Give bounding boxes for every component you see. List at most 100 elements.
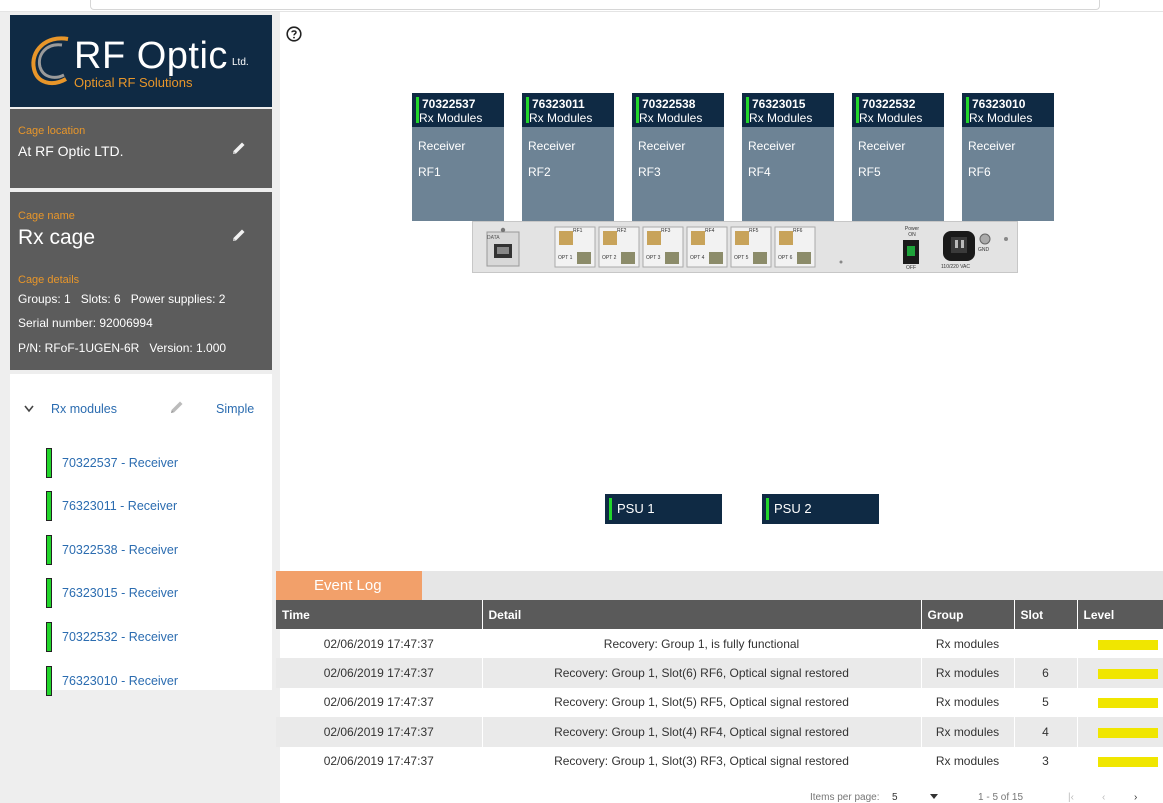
chassis-rf-label: RF3 <box>661 228 671 234</box>
chassis-gnd-label: GND <box>978 247 990 253</box>
sidebar: RF Optic Ltd. Optical RF Solutions Cage … <box>0 12 280 803</box>
card-rf: RF1 <box>418 165 441 179</box>
cell-group: Rx modules <box>921 629 1015 659</box>
top-bar-frame <box>90 0 1100 10</box>
module-item[interactable]: 70322537 - Receiver <box>46 448 178 478</box>
column-header-slot[interactable]: Slot <box>1014 600 1078 629</box>
module-label: 70322532 - Receiver <box>62 630 179 644</box>
chassis-rf-label: RF5 <box>749 228 759 234</box>
card-kind: Rx Modules <box>859 111 923 125</box>
psu-status-indicator <box>609 498 612 520</box>
module-card[interactable]: 76323011 Rx Modules Receiver RF2 <box>522 93 614 221</box>
table-row[interactable]: 02/06/2019 17:47:37 Recovery: Group 1, S… <box>276 687 1163 718</box>
cell-group: Rx modules <box>921 746 1015 776</box>
cell-slot: 4 <box>1014 717 1078 747</box>
help-icon[interactable] <box>286 26 302 42</box>
chassis-power-off-label: OFF <box>906 265 916 271</box>
chassis-illustration <box>486 226 1008 268</box>
card-type: Receiver <box>858 139 906 153</box>
cell-slot <box>1014 629 1078 659</box>
level-bar <box>1097 698 1158 709</box>
items-per-page-select[interactable]: 5 <box>892 792 898 803</box>
edit-group-icon[interactable] <box>168 398 186 416</box>
card-rf: RF6 <box>968 165 991 179</box>
card-serial: 76323010 <box>972 97 1026 111</box>
cell-detail: Recovery: Group 1, Slot(4) RF4, Optical … <box>482 717 922 747</box>
module-item[interactable]: 76323010 - Receiver <box>46 666 178 696</box>
table-row[interactable]: 02/06/2019 17:47:37 Recovery: Group 1, S… <box>276 746 1163 776</box>
column-header-level[interactable]: Level <box>1077 600 1163 629</box>
module-status-indicator <box>46 491 52 521</box>
chassis-rf-label: RF4 <box>705 228 715 234</box>
psu-card[interactable]: PSU 1 <box>605 494 722 524</box>
first-page-icon[interactable]: |‹ <box>1068 792 1074 803</box>
module-card[interactable]: 76323015 Rx Modules Receiver RF4 <box>742 93 834 221</box>
logo: RF Optic Ltd. Optical RF Solutions <box>10 15 272 107</box>
next-page-icon[interactable]: › <box>1134 792 1137 803</box>
module-item[interactable]: 70322532 - Receiver <box>46 622 178 652</box>
column-header-detail[interactable]: Detail <box>482 600 922 629</box>
module-status-indicator <box>46 448 52 478</box>
dropdown-arrow-icon[interactable] <box>930 794 938 800</box>
card-kind: Rx Modules <box>529 111 593 125</box>
chassis-data-label: DATA <box>487 235 500 241</box>
module-label: 76323011 - Receiver <box>62 499 178 513</box>
table-row[interactable]: 02/06/2019 17:47:37 Recovery: Group 1, S… <box>276 717 1163 747</box>
card-kind: Rx Modules <box>639 111 703 125</box>
logo-brand: RF Optic <box>74 35 228 77</box>
psu-label: PSU 1 <box>617 501 655 516</box>
cage-serial-number: Serial number: 92006994 <box>18 316 153 330</box>
cell-level <box>1077 717 1163 747</box>
module-card[interactable]: 70322532 Rx Modules Receiver RF5 <box>852 93 944 221</box>
chassis-opt-label: OPT 2 <box>602 255 617 261</box>
column-header-group[interactable]: Group <box>921 600 1015 629</box>
module-item[interactable]: 76323011 - Receiver <box>46 491 177 521</box>
module-card[interactable]: 70322537 Rx Modules Receiver RF1 <box>412 93 504 221</box>
view-mode-toggle[interactable]: Simple <box>216 402 254 416</box>
cage-details-line1: Groups: 1 Slots: 6 Power supplies: 2 <box>18 292 226 306</box>
cage-location-panel: Cage location At RF Optic LTD. <box>10 109 272 188</box>
items-per-page-label: Items per page: <box>810 792 880 803</box>
table-row[interactable]: 02/06/2019 17:47:37 Recovery: Group 1, S… <box>276 658 1163 688</box>
table-row[interactable]: 02/06/2019 17:47:37 Recovery: Group 1, i… <box>276 629 1163 659</box>
psu-card[interactable]: PSU 2 <box>762 494 879 524</box>
module-item[interactable]: 70322538 - Receiver <box>46 535 178 565</box>
card-serial: 70322532 <box>862 97 916 111</box>
module-card[interactable]: 70322538 Rx Modules Receiver RF3 <box>632 93 724 221</box>
card-rf: RF4 <box>748 165 771 179</box>
edit-location-icon[interactable] <box>230 139 248 157</box>
module-card[interactable]: 76323010 Rx Modules Receiver RF6 <box>962 93 1054 221</box>
chassis-rf-label: RF1 <box>573 228 583 234</box>
module-status-indicator <box>46 578 52 608</box>
tab-event-log[interactable]: Event Log <box>276 571 422 600</box>
edit-name-icon[interactable] <box>230 226 248 244</box>
card-type: Receiver <box>418 139 466 153</box>
card-kind: Rx Modules <box>419 111 483 125</box>
card-serial: 76323011 <box>532 97 585 111</box>
cell-time: 02/06/2019 17:47:37 <box>276 658 483 688</box>
cell-level <box>1077 687 1163 718</box>
cell-detail: Recovery: Group 1, is fully functional <box>482 629 922 659</box>
cell-level <box>1077 746 1163 776</box>
modules-group-label[interactable]: Rx modules <box>51 402 117 416</box>
module-item[interactable]: 76323015 - Receiver <box>46 578 178 608</box>
column-header-time[interactable]: Time <box>276 600 483 629</box>
card-header: 76323010 Rx Modules <box>962 93 1054 127</box>
cell-group: Rx modules <box>921 717 1015 747</box>
cage-details-label: Cage details <box>18 274 80 286</box>
module-label: 76323010 - Receiver <box>62 674 179 688</box>
module-status-indicator <box>46 622 52 652</box>
logo-tagline: Optical RF Solutions <box>74 75 193 90</box>
card-type: Receiver <box>968 139 1016 153</box>
level-bar <box>1097 639 1158 650</box>
level-bar <box>1097 757 1158 768</box>
logo-suffix: Ltd. <box>232 57 249 68</box>
cage-location-value: At RF Optic LTD. <box>18 143 124 159</box>
card-rf: RF3 <box>638 165 661 179</box>
level-bar <box>1097 668 1158 679</box>
cell-time: 02/06/2019 17:47:37 <box>276 687 483 718</box>
module-label: 70322537 - Receiver <box>62 456 179 470</box>
level-bar <box>1097 727 1158 738</box>
prev-page-icon[interactable]: ‹ <box>1102 792 1105 803</box>
chevron-down-icon[interactable] <box>24 405 34 413</box>
